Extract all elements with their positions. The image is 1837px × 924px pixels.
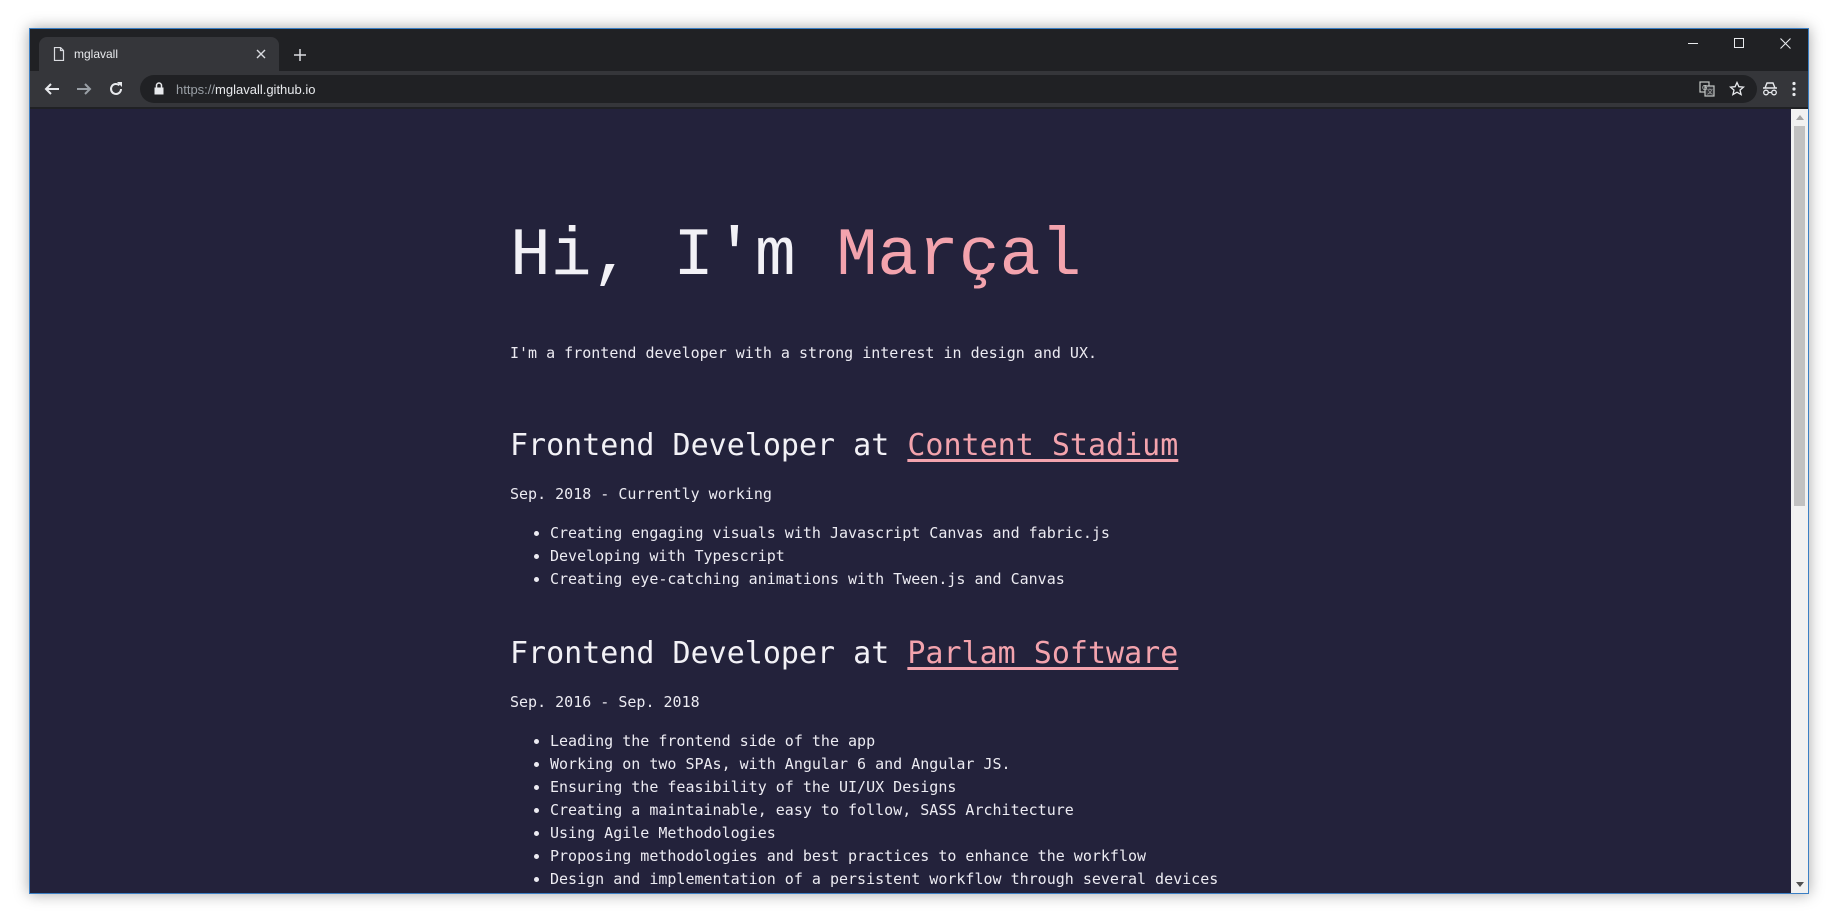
close-icon (1779, 37, 1791, 49)
scrollbar-thumb[interactable] (1794, 126, 1805, 506)
list-item: Creating eye-catching animations with Tw… (550, 568, 1410, 591)
list-item: Design and implementation of a persisten… (550, 868, 1410, 891)
intro-text: I'm a frontend developer with a strong i… (510, 344, 1097, 362)
job-duties-list: Creating engaging visuals with Javascrip… (510, 522, 1410, 591)
close-window-button[interactable] (1762, 29, 1808, 57)
job-title: Frontend Developer at Content Stadium (510, 426, 1410, 466)
job-role: Frontend Developer at (510, 428, 908, 463)
maximize-icon (1734, 38, 1744, 48)
forward-button[interactable] (70, 75, 98, 103)
job-section: Frontend Developer at Content Stadium Se… (510, 426, 1410, 591)
hero-name: Marçal (836, 218, 1082, 295)
list-item: Creating a maintainable, easy to follow,… (550, 799, 1410, 822)
minimize-icon (1688, 43, 1698, 44)
maximize-button[interactable] (1716, 29, 1762, 57)
list-item: Working on two SPAs, with Angular 6 and … (550, 753, 1410, 776)
list-item: Creating engaging visuals with Javascrip… (550, 522, 1410, 545)
menu-button[interactable] (1780, 75, 1808, 103)
hero-greeting: Hi, I'm (510, 218, 837, 295)
list-item: Ensuring the feasibility of the UI/UX De… (550, 776, 1410, 799)
arrow-left-icon (44, 83, 59, 95)
job-dates: Sep. 2018 - Currently working (510, 485, 772, 503)
tab-mglavall[interactable]: mglavall (39, 37, 279, 71)
minimize-button[interactable] (1670, 29, 1716, 57)
hero-heading: Hi, I'm Marçal (510, 217, 1081, 297)
plus-icon (294, 49, 306, 61)
browser-toolbar: https://mglavall.github.io G文 (30, 71, 1808, 107)
star-icon[interactable] (1725, 79, 1749, 99)
document-icon (53, 47, 65, 61)
url-host: mglavall.github.io (215, 81, 316, 97)
reload-button[interactable] (102, 75, 130, 103)
job-title: Frontend Developer at Parlam Software (510, 634, 1410, 674)
list-item: Developing with Typescript (550, 545, 1410, 568)
job-duties-list: Leading the frontend side of the app Wor… (510, 730, 1410, 891)
reload-icon (110, 82, 122, 95)
svg-text:文: 文 (1707, 88, 1713, 96)
address-bar[interactable]: https://mglavall.github.io G文 (140, 75, 1757, 103)
lock-icon[interactable] (154, 82, 166, 96)
incognito-icon (1763, 82, 1777, 96)
scroll-up-arrow-icon[interactable] (1791, 109, 1808, 126)
job-section: Frontend Developer at Parlam Software Se… (510, 634, 1410, 891)
kebab-menu-icon (1792, 81, 1796, 97)
tab-strip: mglavall (30, 29, 1808, 71)
browser-window: mglavall https:// mglavall.github.io G 文… (29, 28, 1809, 894)
list-item: Using Agile Methodologies (550, 822, 1410, 845)
job-dates: Sep. 2016 - Sep. 2018 (510, 693, 700, 711)
new-tab-button[interactable] (288, 43, 312, 67)
list-item: Leading the frontend side of the app (550, 730, 1410, 753)
tab-title: mglavall (74, 47, 119, 61)
job-role: Frontend Developer at (510, 636, 908, 671)
page-viewport: Hi, I'm Marçal I'm a frontend developer … (30, 109, 1791, 893)
url-scheme: https:// (176, 81, 216, 97)
back-button[interactable] (38, 75, 66, 103)
translate-icon[interactable]: G文 (1695, 79, 1719, 99)
close-icon[interactable] (253, 46, 269, 62)
company-link[interactable]: Parlam Software (907, 636, 1178, 671)
vertical-scrollbar[interactable] (1791, 109, 1808, 893)
arrow-right-icon (77, 83, 92, 95)
scroll-down-arrow-icon[interactable] (1791, 876, 1808, 893)
list-item: Proposing methodologies and best practic… (550, 845, 1410, 868)
company-link[interactable]: Content Stadium (907, 428, 1178, 463)
